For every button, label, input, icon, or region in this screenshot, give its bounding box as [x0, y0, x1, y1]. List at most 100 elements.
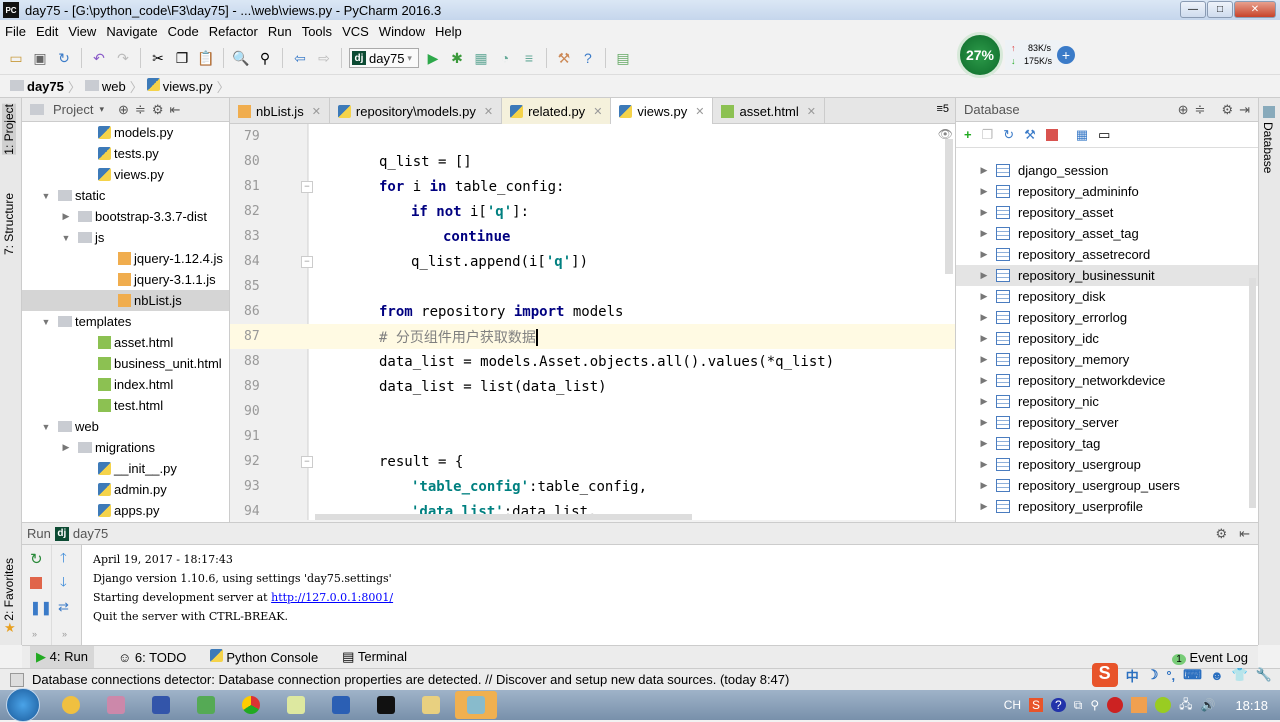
expanded-arrow-icon[interactable]: ▼: [40, 191, 52, 201]
ime-mode[interactable]: 中: [1126, 666, 1139, 685]
expanded-arrow-icon[interactable]: ▼: [40, 317, 52, 327]
db-table-item[interactable]: ▶ repository_usergroup_users: [956, 475, 1258, 496]
notepad-app[interactable]: [275, 691, 317, 719]
collapsed-arrow-icon[interactable]: ▶: [978, 333, 990, 344]
collapsed-arrow-icon[interactable]: ▶: [978, 165, 990, 176]
editor-horizontal-scrollbar[interactable]: [315, 514, 692, 520]
tab-todo[interactable]: ☺ 6: TODO: [118, 650, 186, 665]
collapsed-arrow-icon[interactable]: ▶: [978, 228, 990, 239]
collapsed-arrow-icon[interactable]: ▶: [978, 207, 990, 218]
word-app[interactable]: [320, 691, 362, 719]
menu-help[interactable]: Help: [430, 24, 467, 39]
hide-icon[interactable]: ⇤: [169, 102, 180, 118]
stop-icon[interactable]: [1045, 128, 1058, 141]
help-icon[interactable]: ?: [578, 48, 598, 68]
cut-icon[interactable]: ✂: [148, 48, 168, 68]
locate-icon[interactable]: ⊕: [1178, 102, 1189, 118]
breadcrumb-item-web[interactable]: web: [84, 79, 126, 94]
properties-icon[interactable]: ⚒: [1024, 127, 1036, 143]
tree-item[interactable]: ▶ bootstrap-3.3.7-dist: [22, 206, 229, 227]
taskbar-app[interactable]: [185, 691, 227, 719]
collapsed-arrow-icon[interactable]: ▶: [978, 249, 990, 260]
scroll-down-icon[interactable]: 🡓: [60, 573, 67, 595]
add-datasource-icon[interactable]: +: [964, 127, 972, 142]
menu-navigate[interactable]: Navigate: [101, 24, 162, 39]
db-table-item[interactable]: ▶ repository_asset: [956, 202, 1258, 223]
db-table-item[interactable]: ▶ repository_admininfo: [956, 181, 1258, 202]
redo-icon[interactable]: ↷: [113, 48, 133, 68]
gear-icon[interactable]: ⚙: [1215, 526, 1227, 542]
tree-item[interactable]: ▼ templates: [22, 311, 229, 332]
tab-nblist-js[interactable]: nbList.js ✕: [230, 98, 330, 124]
sdk-manager-icon[interactable]: ▤: [613, 48, 633, 68]
copy-icon[interactable]: ❐: [172, 48, 192, 68]
soft-wrap-icon[interactable]: ⇄: [58, 599, 69, 615]
run-icon[interactable]: ▶: [423, 48, 443, 68]
open-icon[interactable]: ▭: [6, 48, 26, 68]
collapsed-arrow-icon[interactable]: ▶: [60, 211, 72, 222]
tab-views-py[interactable]: views.py ✕: [611, 98, 714, 124]
collapsed-arrow-icon[interactable]: ▶: [978, 396, 990, 407]
tree-item[interactable]: nbList.js: [22, 290, 229, 311]
rerun-icon[interactable]: ↻: [30, 550, 43, 568]
tabs-overflow-button[interactable]: ≡5: [930, 98, 955, 123]
menu-vcs[interactable]: VCS: [337, 24, 374, 39]
gear-icon[interactable]: ⚙: [152, 102, 164, 118]
fold-icon[interactable]: −: [301, 455, 313, 468]
collapsed-arrow-icon[interactable]: ▶: [978, 270, 990, 281]
tree-item[interactable]: tests.py: [22, 143, 229, 164]
settings-icon[interactable]: ⚒: [554, 48, 574, 68]
tree-item[interactable]: business_unit.html: [22, 353, 229, 374]
db-table-item[interactable]: ▶ repository_errorlog: [956, 307, 1258, 328]
back-icon[interactable]: ⇦: [290, 48, 310, 68]
db-table-item[interactable]: ▶ django_session: [956, 160, 1258, 181]
menu-code[interactable]: Code: [163, 24, 204, 39]
collapsed-arrow-icon[interactable]: ▶: [978, 354, 990, 365]
collapsed-arrow-icon[interactable]: ▶: [978, 417, 990, 428]
console-icon[interactable]: ▭: [1098, 127, 1110, 143]
favorites-tool-tab[interactable]: 2: Favorites: [2, 558, 16, 621]
db-table-item[interactable]: ▶ repository_businessunit: [956, 265, 1258, 286]
menu-run[interactable]: Run: [263, 24, 297, 39]
menu-refactor[interactable]: Refactor: [204, 24, 263, 39]
tree-item[interactable]: apps.py: [22, 500, 229, 521]
tab-repository-models-py[interactable]: repository\models.py ✕: [330, 98, 503, 124]
taskbar-app[interactable]: [95, 691, 137, 719]
menu-edit[interactable]: Edit: [31, 24, 63, 39]
db-table-item[interactable]: ▶ repository_asset_tag: [956, 223, 1258, 244]
tab-run[interactable]: ▶ 4: Run: [30, 646, 94, 668]
save-icon[interactable]: ▣: [30, 48, 50, 68]
run-console[interactable]: April 19, 2017 - 18:17:43 Django version…: [82, 545, 1258, 645]
db-table-item[interactable]: ▶ repository_userprofile: [956, 496, 1258, 517]
collapsed-arrow-icon[interactable]: ▶: [978, 480, 990, 491]
stop-icon[interactable]: [30, 577, 42, 589]
close-tab-icon[interactable]: ✕: [807, 105, 816, 118]
status-message[interactable]: Database connections detector: Database …: [32, 672, 789, 687]
taskbar-app[interactable]: [140, 691, 182, 719]
add-icon[interactable]: +: [1057, 46, 1075, 64]
tab-python-console[interactable]: Python Console: [210, 649, 318, 665]
scroll-up-icon[interactable]: 🡑: [60, 549, 67, 571]
tree-item[interactable]: views.py: [22, 164, 229, 185]
taskbar-app[interactable]: [455, 691, 497, 719]
hide-icon[interactable]: ⇤: [1239, 526, 1250, 542]
collapsed-arrow-icon[interactable]: ▶: [978, 186, 990, 197]
close-tab-icon[interactable]: ✕: [695, 105, 704, 118]
db-table-item[interactable]: ▶ repository_server: [956, 412, 1258, 433]
close-tab-icon[interactable]: ✕: [312, 105, 321, 118]
maximize-button[interactable]: □: [1207, 1, 1233, 18]
clock[interactable]: 18:18: [1235, 698, 1268, 713]
collapse-icon[interactable]: ≑: [1195, 102, 1206, 118]
close-button[interactable]: ✕: [1234, 1, 1276, 18]
fold-icon[interactable]: −: [301, 255, 313, 268]
collapsed-arrow-icon[interactable]: ▶: [978, 459, 990, 470]
expanded-arrow-icon[interactable]: ▼: [60, 233, 72, 243]
tree-item[interactable]: index.html: [22, 374, 229, 395]
run-config-select[interactable]: dj day75 ▾: [349, 48, 419, 68]
debug-icon[interactable]: ✱: [447, 48, 467, 68]
collapsed-arrow-icon[interactable]: ▶: [978, 375, 990, 386]
forward-icon[interactable]: ⇨: [314, 48, 334, 68]
db-table-item[interactable]: ▶ repository_disk: [956, 286, 1258, 307]
db-table-item[interactable]: ▶ repository_tag: [956, 433, 1258, 454]
tree-item[interactable]: jquery-1.12.4.js: [22, 248, 229, 269]
